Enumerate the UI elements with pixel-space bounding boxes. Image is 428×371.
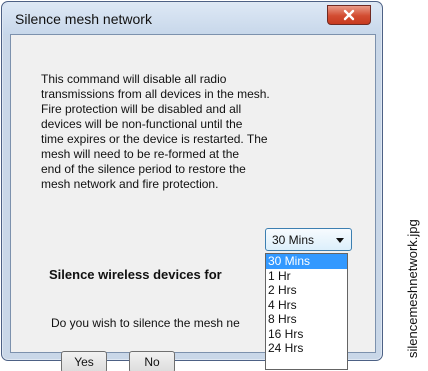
dropdown-option[interactable]: 4 Hrs	[266, 298, 347, 313]
chevron-down-icon[interactable]	[336, 238, 344, 243]
dropdown-option[interactable]: 8 Hrs	[266, 312, 347, 327]
silence-duration-dropdown: 30 Mins 1 Hr 2 Hrs 4 Hrs 8 Hrs 16 Hrs 24…	[265, 253, 348, 370]
message-line: time expires or the device is restarted.…	[41, 132, 268, 146]
message-line: mesh network and fire protection.	[41, 177, 219, 191]
dropdown-option[interactable]: 24 Hrs	[266, 341, 347, 356]
close-icon	[343, 9, 355, 21]
message-line: transmissions from all devices in the me…	[41, 87, 270, 101]
silence-duration-label: Silence wireless devices for	[49, 267, 222, 282]
dropdown-option[interactable]: 1 Hr	[266, 269, 347, 284]
message-line: Fire protection will be disabled and all	[41, 102, 242, 116]
no-button[interactable]: No	[129, 351, 175, 371]
title-bar[interactable]: Silence mesh network	[3, 3, 381, 35]
screenshot-stage: Silence mesh network This command will d…	[0, 0, 428, 371]
yes-button[interactable]: Yes	[61, 351, 107, 371]
message-line: end of the silence period to restore the	[41, 162, 246, 176]
message-line: mesh will need to be re-formed at the	[41, 147, 240, 161]
close-button[interactable]	[327, 5, 371, 25]
combo-selected-value: 30 Mins	[272, 233, 315, 247]
confirmation-question: Do you wish to silence the mesh ne	[51, 316, 240, 330]
silence-duration-combo[interactable]: 30 Mins	[265, 228, 352, 251]
message-line: This command will disable all radio	[41, 72, 227, 86]
dialog-message: This command will disable all radio tran…	[41, 72, 341, 192]
dropdown-option[interactable]: 16 Hrs	[266, 327, 347, 342]
dropdown-option[interactable]: 30 Mins	[266, 254, 347, 269]
window-title: Silence mesh network	[15, 11, 152, 27]
dropdown-option[interactable]: 2 Hrs	[266, 283, 347, 298]
image-filename-caption: silencemeshnetwork.jpg	[405, 219, 420, 358]
message-line: devices will be non-functional until the	[41, 117, 243, 131]
